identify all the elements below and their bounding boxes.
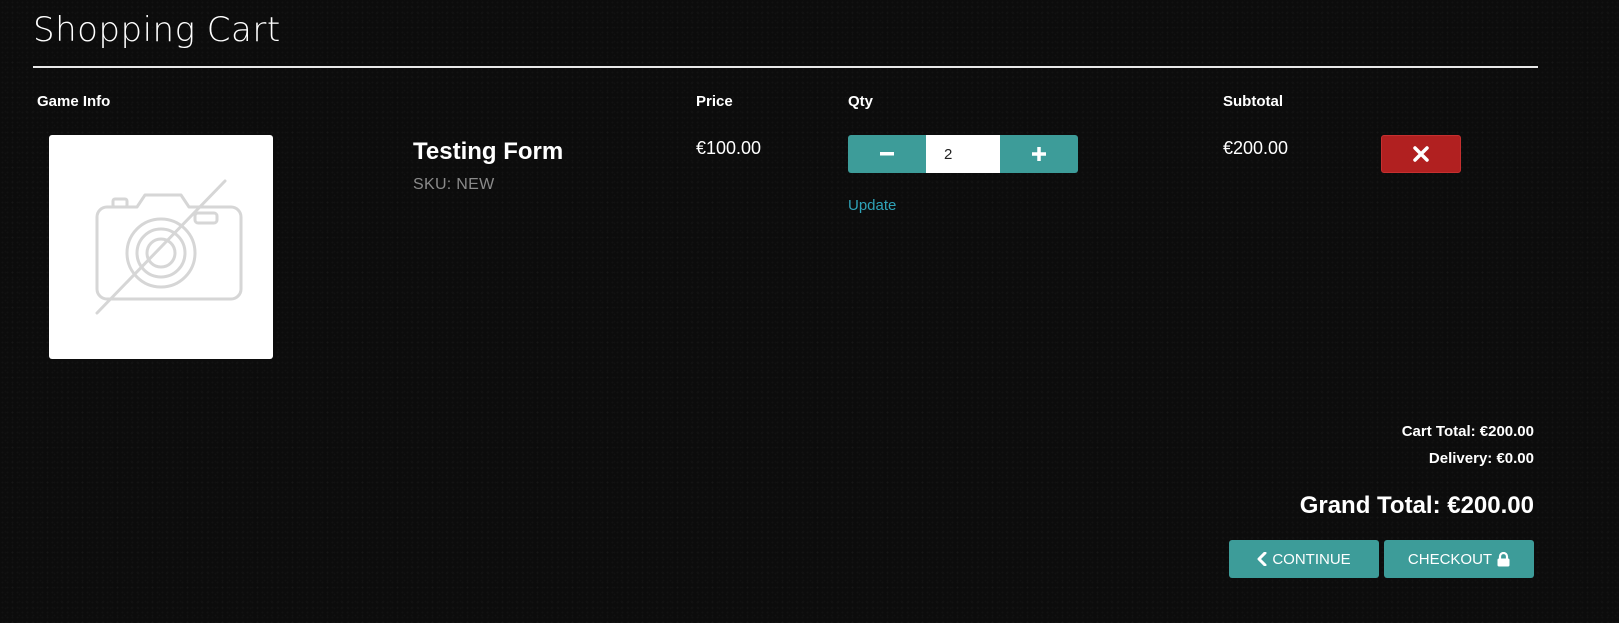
column-header-game-info: Game Info — [37, 93, 111, 110]
product-name[interactable]: Testing Form — [413, 138, 563, 166]
continue-label: CONTINUE — [1272, 550, 1351, 568]
page-title: Shopping Cart — [33, 10, 281, 50]
increment-quantity-button[interactable] — [1000, 135, 1078, 173]
title-divider — [33, 66, 1538, 68]
update-quantity-link[interactable]: Update — [848, 197, 896, 214]
delivery-cost: Delivery: €0.00 — [1428, 450, 1534, 467]
remove-item-button[interactable] — [1381, 135, 1461, 173]
checkout-button[interactable]: CHECKOUT — [1384, 540, 1534, 578]
lock-icon — [1497, 551, 1510, 567]
quantity-input[interactable] — [926, 135, 1000, 173]
continue-shopping-button[interactable]: CONTINUE — [1229, 540, 1379, 578]
decrement-quantity-button[interactable] — [848, 135, 926, 173]
column-header-subtotal: Subtotal — [1223, 93, 1283, 110]
item-subtotal: €200.00 — [1223, 138, 1289, 158]
cart-total: Cart Total: €200.00 — [1401, 423, 1534, 440]
plus-icon — [1032, 147, 1046, 161]
cart-summary: Cart Total: €200.00 Delivery: €0.00 — [1402, 422, 1534, 476]
column-header-qty: Qty — [848, 93, 874, 110]
checkout-label: CHECKOUT — [1407, 550, 1493, 568]
product-sku: SKU: NEW — [413, 176, 495, 193]
product-image — [49, 135, 273, 359]
grand-total: Grand Total: €200.00 — [1299, 492, 1534, 519]
column-header-price: Price — [696, 93, 733, 110]
no-image-camera-icon — [95, 179, 243, 315]
close-icon — [1413, 146, 1429, 162]
minus-icon — [880, 152, 894, 156]
chevron-left-icon — [1257, 552, 1267, 566]
item-price: €100.00 — [696, 138, 762, 158]
quantity-stepper — [848, 135, 1078, 173]
